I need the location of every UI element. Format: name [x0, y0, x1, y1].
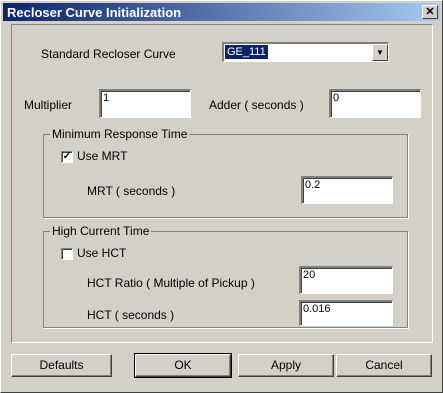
- chevron-down-icon[interactable]: ▼: [372, 44, 388, 61]
- multiplier-input[interactable]: 1: [99, 89, 191, 118]
- dialog-window: Recloser Curve Initialization ✕ Standard…: [0, 0, 443, 393]
- window-title: Recloser Curve Initialization: [7, 5, 182, 20]
- standard-curve-select[interactable]: GE_111 ▼: [222, 42, 389, 62]
- adder-label: Adder ( seconds ): [209, 98, 304, 112]
- hct-ratio-input[interactable]: 20: [299, 266, 393, 294]
- use-mrt-checkbox[interactable]: ✓: [61, 151, 73, 163]
- defaults-button[interactable]: Defaults: [11, 354, 112, 377]
- standard-curve-label: Standard Recloser Curve: [41, 47, 176, 61]
- adder-input[interactable]: 0: [329, 89, 421, 118]
- hct-ratio-label: HCT Ratio ( Multiple of Pickup ): [87, 276, 255, 290]
- hct-group-title: High Current Time: [50, 224, 152, 238]
- close-button[interactable]: ✕: [422, 5, 438, 19]
- multiplier-label: Multiplier: [24, 98, 73, 112]
- mrt-group-title: Minimum Response Time: [50, 127, 190, 141]
- mrt-seconds-input[interactable]: 0.2: [301, 176, 393, 204]
- close-icon: ✕: [425, 6, 435, 18]
- hct-group: High Current Time Use HCT HCT Ratio ( Mu…: [43, 224, 408, 328]
- title-bar[interactable]: Recloser Curve Initialization ✕: [3, 3, 440, 21]
- use-hct-label: Use HCT: [77, 246, 127, 260]
- cancel-button[interactable]: Cancel: [336, 354, 432, 377]
- hct-seconds-input[interactable]: 0.016: [299, 300, 393, 326]
- ok-button[interactable]: OK: [134, 353, 232, 378]
- hct-seconds-label: HCT ( seconds ): [87, 308, 175, 322]
- use-mrt-label: Use MRT: [77, 149, 128, 163]
- settings-panel: Standard Recloser Curve GE_111 ▼ Multipl…: [11, 24, 433, 343]
- use-hct-checkbox[interactable]: [61, 248, 73, 260]
- checkmark-icon: ✓: [62, 151, 72, 162]
- apply-button[interactable]: Apply: [238, 354, 334, 377]
- standard-curve-value: GE_111: [225, 45, 268, 59]
- mrt-group: Minimum Response Time ✓ Use MRT MRT ( se…: [43, 127, 408, 218]
- mrt-seconds-label: MRT ( seconds ): [87, 184, 176, 198]
